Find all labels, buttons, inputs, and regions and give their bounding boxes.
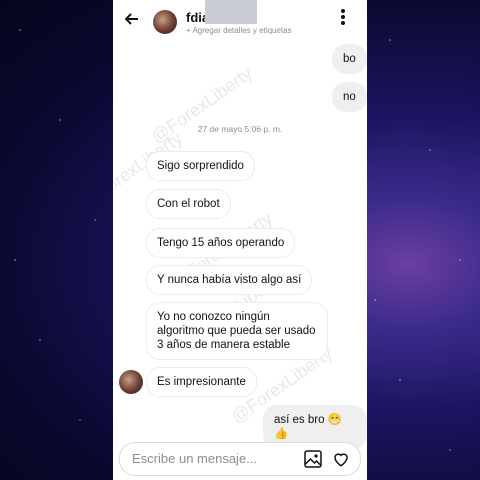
message-incoming[interactable]: Yo no conozco ningún algoritmo que pueda… bbox=[146, 302, 328, 360]
message-outgoing[interactable]: no bbox=[332, 82, 367, 112]
sender-avatar[interactable] bbox=[119, 370, 143, 394]
more-options-icon[interactable] bbox=[341, 9, 345, 25]
back-arrow-icon[interactable] bbox=[124, 10, 139, 31]
contact-avatar[interactable] bbox=[153, 10, 177, 34]
image-icon[interactable] bbox=[304, 450, 322, 473]
message-input[interactable] bbox=[132, 451, 302, 466]
date-divider: 27 de mayo 5:06 p. m. bbox=[197, 124, 283, 134]
message-composer bbox=[119, 442, 361, 476]
message-incoming[interactable]: Sigo sorprendido bbox=[146, 151, 255, 181]
message-incoming[interactable]: Es impresionante bbox=[146, 367, 257, 397]
message-incoming[interactable]: Tengo 15 años operando bbox=[146, 228, 296, 258]
message-incoming[interactable]: Y nunca había visto algo así bbox=[146, 265, 313, 295]
message-incoming[interactable]: Con el robot bbox=[146, 189, 231, 219]
message-outgoing[interactable]: bo bbox=[332, 44, 367, 74]
add-details-link[interactable]: + Agregar detalles y etiquetas bbox=[186, 26, 292, 35]
watermark: @ForexLiberty bbox=[147, 62, 257, 148]
chat-header: fdia + Agregar detalles y etiquetas bbox=[113, 0, 367, 42]
heart-icon[interactable] bbox=[332, 450, 350, 473]
redacted-region bbox=[205, 0, 257, 24]
chat-screen: fdia + Agregar detalles y etiquetas @For… bbox=[113, 0, 367, 480]
